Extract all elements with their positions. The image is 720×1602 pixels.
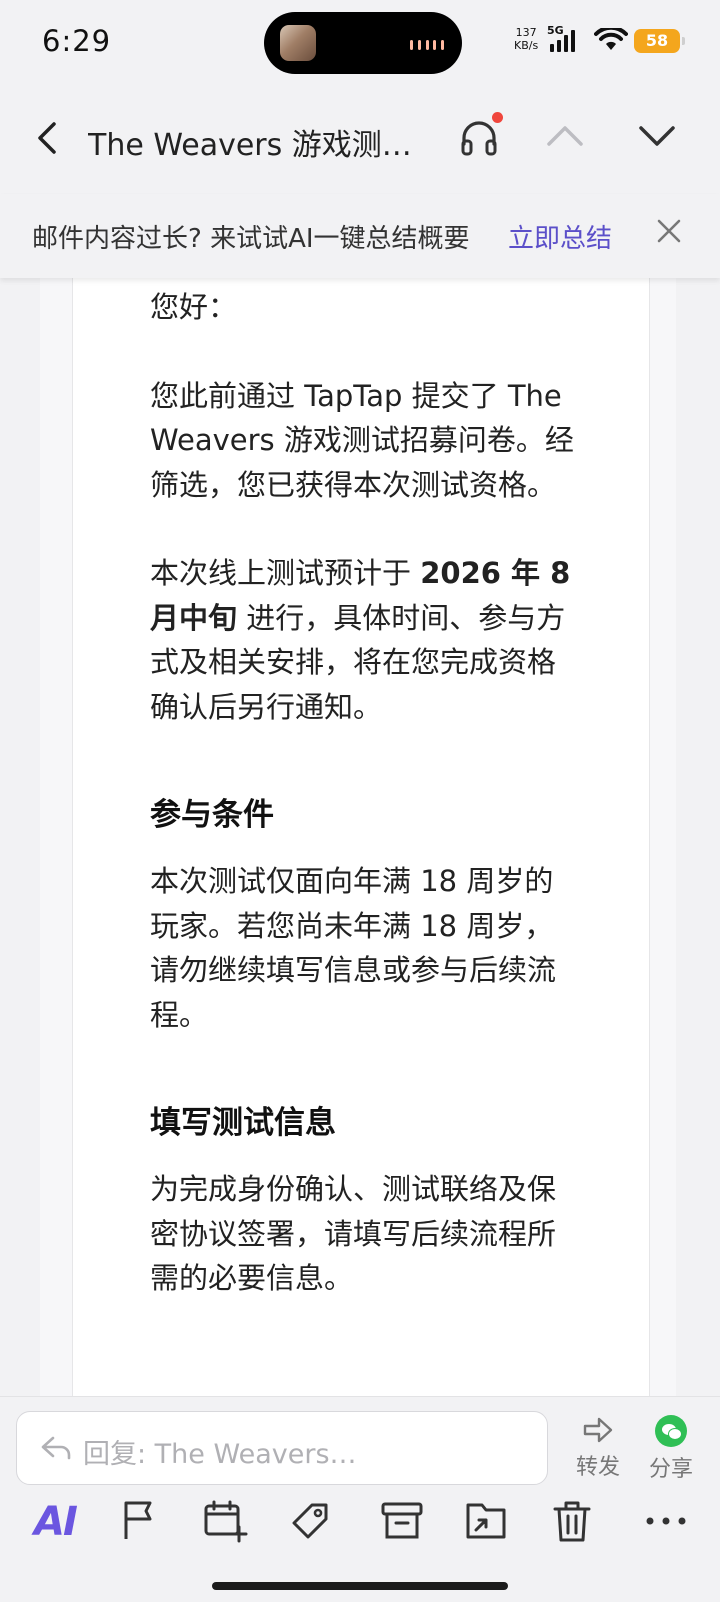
summarize-now-link[interactable]: 立即总结	[508, 218, 612, 255]
mail-toolbar: AI	[0, 1497, 720, 1557]
mail-header: The Weavers 游戏测…	[0, 84, 720, 194]
wifi-icon	[594, 28, 628, 50]
forward-button[interactable]: 转发	[568, 1415, 628, 1481]
net-speed-value: 137	[515, 26, 537, 39]
forward-label: 转发	[575, 1455, 620, 1480]
trash-icon[interactable]	[548, 1497, 596, 1545]
mail-paragraph-1: 您此前通过 TapTap 提交了 The Weavers 游戏测试招募问卷。经筛…	[150, 378, 574, 502]
media-thumbnail	[280, 25, 316, 61]
archive-icon[interactable]	[378, 1497, 426, 1545]
more-icon[interactable]	[642, 1497, 690, 1545]
calendar-add-icon[interactable]	[201, 1497, 249, 1545]
dynamic-island[interactable]	[264, 12, 462, 74]
net-speed-unit: KB/s	[514, 39, 539, 52]
chevron-up-icon[interactable]	[540, 116, 590, 156]
banner-text: 邮件内容过长? 来试试AI一键总结概要	[32, 224, 470, 254]
bottom-bar: 回复: The Weavers… 转发 分享 AI	[0, 1396, 720, 1602]
section-text-conditions: 本次测试仅面向年满 18 周岁的玩家。若您尚未年满 18 周岁，请勿继续填写信息…	[150, 864, 557, 1032]
close-icon[interactable]	[654, 216, 684, 246]
ai-button[interactable]: AI	[34, 1499, 78, 1545]
para2-prefix: 本次线上测试预计于	[150, 556, 421, 590]
reply-icon	[41, 1436, 71, 1460]
audio-wave-icon	[410, 40, 444, 50]
battery-icon: 58	[634, 29, 685, 53]
section-text-fill-info: 为完成身份确认、测试联络及保密协议签署，请填写后续流程所需的必要信息。	[150, 1172, 557, 1295]
move-folder-icon[interactable]	[462, 1497, 510, 1545]
mail-title: The Weavers 游戏测…	[88, 128, 412, 163]
chevron-down-icon[interactable]	[632, 116, 682, 156]
mail-greeting: 您好：	[150, 290, 238, 324]
ai-summary-banner: 邮件内容过长? 来试试AI一键总结概要 立即总结	[0, 194, 720, 278]
mail-paragraph-2: 本次线上测试预计于 2026 年 8 月中旬 进行，具体时间、参与方式及相关安排…	[150, 551, 580, 729]
back-icon[interactable]	[28, 114, 68, 162]
net-speed: 137 KB/s	[514, 26, 538, 52]
flag-icon[interactable]	[116, 1497, 164, 1545]
forward-icon	[583, 1417, 613, 1443]
status-bar: 6:29 137 KB/s 5G 58	[0, 0, 720, 84]
section-title-fill-info: 填写测试信息	[150, 1105, 336, 1141]
signal-icon	[550, 30, 575, 52]
share-button[interactable]: 分享	[641, 1415, 701, 1483]
mail-body: 您好： 您此前通过 TapTap 提交了 The Weavers 游戏测试招募问…	[150, 285, 580, 1301]
notification-dot	[492, 112, 503, 123]
status-time: 6:29	[42, 24, 112, 58]
home-indicator[interactable]	[212, 1582, 508, 1590]
wechat-icon	[655, 1415, 687, 1447]
section-title-conditions: 参与条件	[150, 797, 274, 833]
reply-placeholder: 回复: The Weavers…	[83, 1439, 357, 1470]
tag-icon[interactable]	[286, 1497, 334, 1545]
share-label: 分享	[648, 1457, 693, 1482]
reply-input[interactable]: 回复: The Weavers…	[16, 1411, 548, 1485]
